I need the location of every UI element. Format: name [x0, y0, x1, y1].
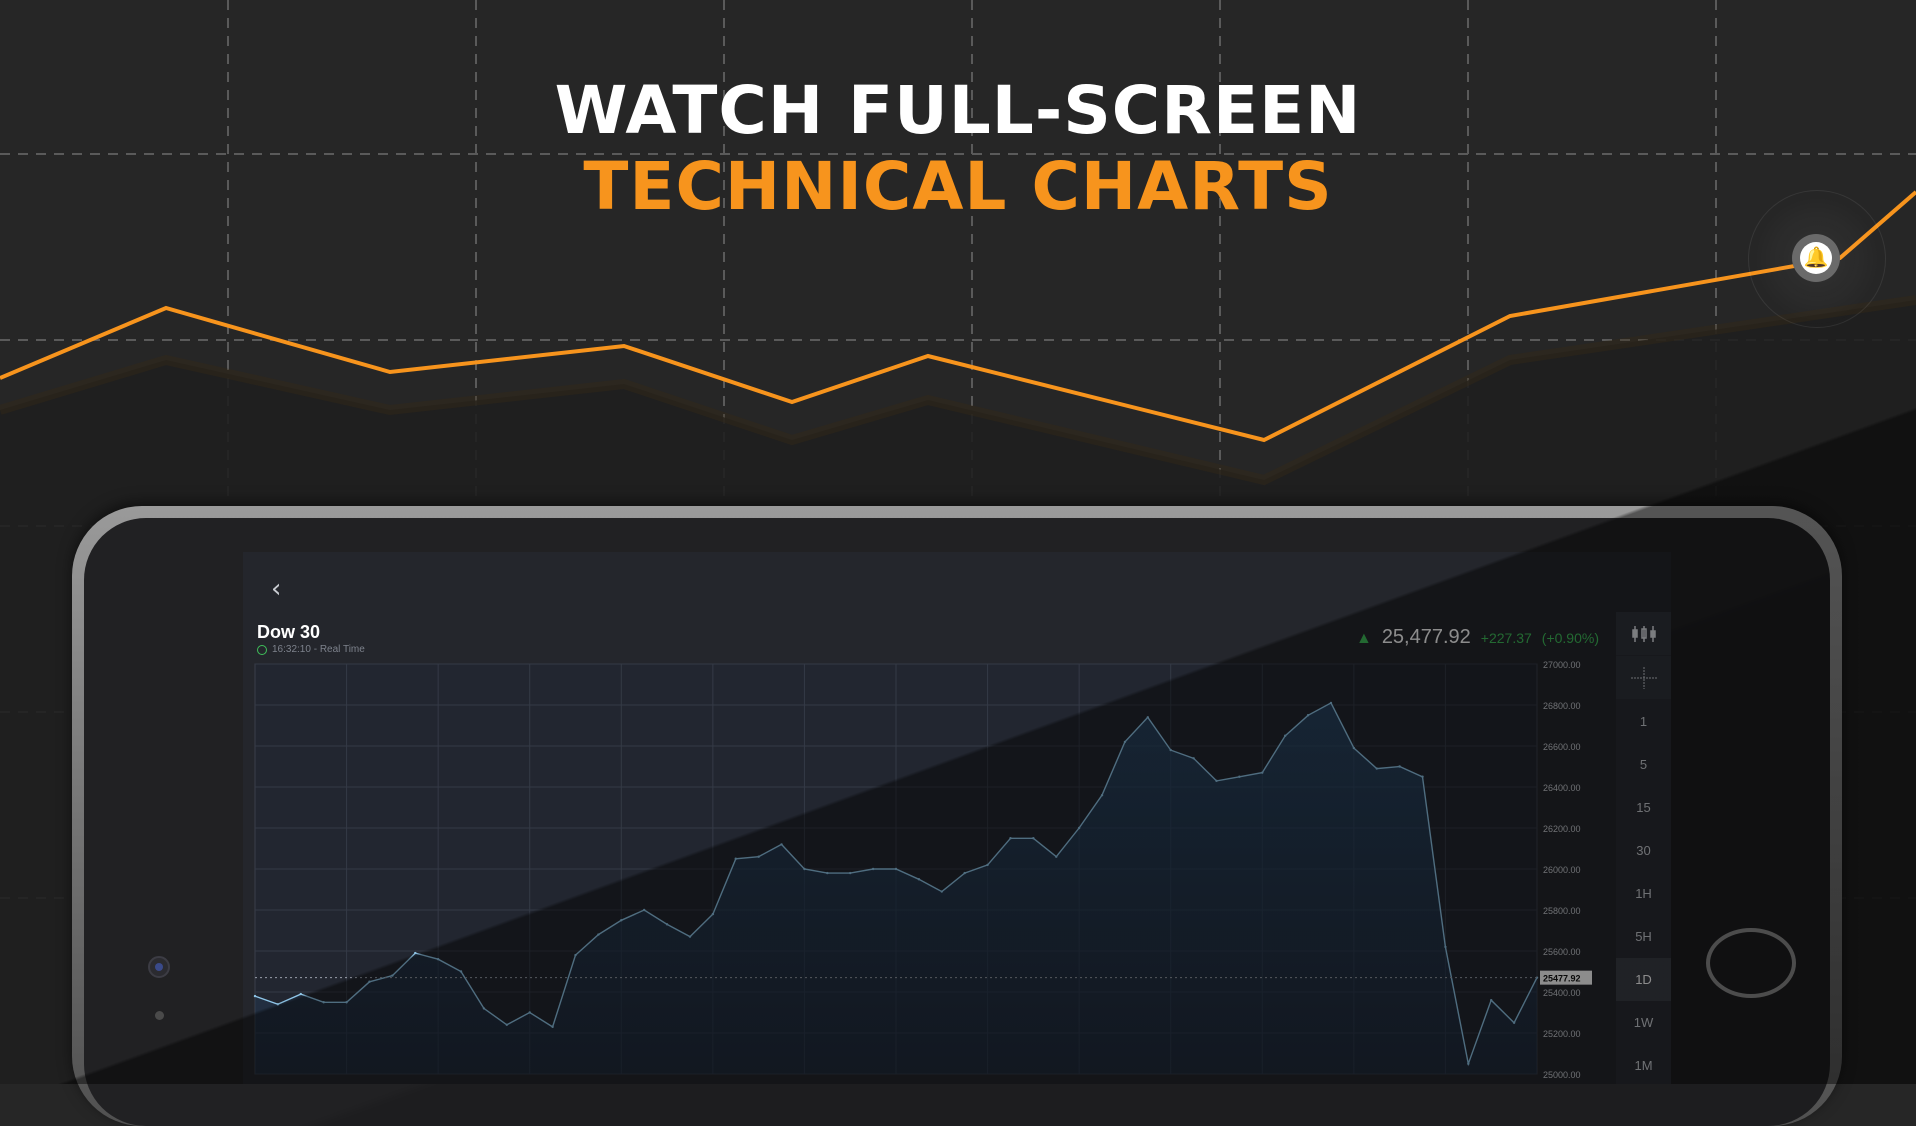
series-point [414, 951, 417, 955]
series-point [917, 878, 921, 881]
series-point [1306, 714, 1310, 717]
y-tick-label: 25800.00 [1543, 906, 1581, 916]
price-change: +227.37 [1480, 630, 1532, 646]
light-sensor [155, 1011, 164, 1020]
interval-1w[interactable]: 1W [1616, 1001, 1671, 1044]
interval-5[interactable]: 5 [1616, 743, 1671, 786]
series-point [1398, 765, 1401, 768]
series-point [1490, 999, 1493, 1002]
chevron-left-icon[interactable]: ‹ [271, 576, 281, 602]
bell-icon: 🔔 [1800, 242, 1832, 274]
series-point [986, 863, 989, 867]
interval-1d[interactable]: 1D [1616, 958, 1671, 1001]
candlestick-icon[interactable] [1616, 612, 1671, 655]
series-point [1009, 837, 1012, 840]
interval-1m[interactable]: 1M [1616, 1044, 1671, 1084]
crosshair-icon[interactable] [1616, 656, 1671, 699]
y-tick-label: 25000.00 [1543, 1070, 1581, 1080]
interval-1h[interactable]: 1H [1616, 872, 1671, 915]
series-point [551, 1025, 554, 1029]
series-point [1146, 716, 1150, 719]
y-tick-label: 26400.00 [1543, 783, 1581, 793]
interval-list: 1 5 15 30 1H 5H 1D 1W 1M [1616, 700, 1671, 1084]
y-tick-label: 26200.00 [1543, 824, 1581, 834]
up-arrow-icon: ▲ [1355, 630, 1372, 647]
headline-line-2: TECHNICAL CHARTS [583, 148, 1333, 225]
front-camera [148, 956, 170, 978]
series-point [253, 994, 257, 998]
interval-15[interactable]: 15 [1616, 786, 1671, 829]
series-point [734, 857, 737, 860]
last-price: 25,477.92 [1381, 626, 1471, 648]
series-point [620, 919, 623, 922]
series-point [1444, 945, 1447, 949]
series-point [1352, 746, 1356, 750]
y-tick-label: 26800.00 [1543, 701, 1581, 711]
price-change-percent: (+0.90%) [1541, 630, 1599, 646]
interval-5h[interactable]: 5H [1616, 915, 1671, 958]
series-point [299, 992, 302, 996]
y-tick-label: 26600.00 [1543, 742, 1581, 752]
y-tick-label: 27000.00 [1543, 660, 1581, 670]
last-price-tag-text: 25477.92 [1543, 974, 1581, 984]
series-point [1512, 1021, 1516, 1024]
series-point [1032, 837, 1035, 840]
series-point [482, 1007, 486, 1010]
series-point [1215, 779, 1218, 783]
series-point [780, 843, 783, 846]
series-point [826, 871, 829, 875]
series-point [597, 933, 600, 936]
series-point [871, 867, 875, 871]
series-point [1467, 1062, 1470, 1065]
clock-icon [257, 644, 267, 655]
series-point [940, 890, 943, 893]
y-tick-label: 26000.00 [1543, 865, 1581, 875]
series-point [803, 867, 806, 871]
series-point [391, 974, 394, 977]
series-point [1238, 775, 1241, 778]
chart-screen: 27000.00 26800.00 26600.00 26400.00 26200.00… [243, 552, 1671, 1084]
series-point [1375, 767, 1378, 770]
series-point [436, 958, 440, 961]
price-alert-button[interactable]: 🔔 [1792, 234, 1840, 282]
interval-30[interactable]: 30 [1616, 829, 1671, 872]
quote-summary: ▲ 25,477.92 +227.37 (+0.90%) [1356, 626, 1599, 649]
series-point [1283, 734, 1287, 737]
series-point [1261, 771, 1264, 774]
series-point [757, 855, 760, 858]
interval-1[interactable]: 1 [1616, 700, 1671, 743]
headline-line-1: WATCH FULL-SCREEN [554, 72, 1362, 149]
series-point [368, 980, 371, 983]
series-point [1329, 701, 1333, 705]
series-point [963, 871, 966, 875]
series-point [528, 1011, 531, 1014]
series-point [1055, 855, 1058, 858]
quote-time-text: 16:32:10 - Real Time [272, 644, 365, 655]
chart-toolbar: 1 5 15 30 1H 5H 1D 1W 1M [1616, 612, 1671, 1084]
y-tick-label: 25200.00 [1543, 1029, 1581, 1039]
series-point [1077, 826, 1081, 830]
home-button[interactable] [1706, 928, 1796, 998]
series-point [849, 871, 852, 875]
y-tick-label: 25400.00 [1543, 988, 1581, 998]
symbol-name: Dow 30 [257, 622, 321, 642]
series-point [574, 953, 577, 957]
series-point [688, 935, 692, 938]
series-point [894, 867, 898, 871]
series-point [1169, 748, 1172, 752]
series-point [459, 970, 463, 973]
series-point [322, 1001, 325, 1004]
quote-time: 16:32:10 - Real Time [257, 644, 365, 655]
series-point [1421, 775, 1424, 778]
series-point [276, 1003, 280, 1006]
series-point [1123, 740, 1127, 744]
series-point [345, 1001, 348, 1004]
series-point [711, 912, 715, 916]
series-point [1192, 757, 1195, 760]
y-tick-label: 25600.00 [1543, 947, 1581, 957]
series-point [665, 923, 669, 926]
series-point [1100, 794, 1104, 797]
series-point [642, 908, 646, 912]
series-point [505, 1023, 509, 1026]
